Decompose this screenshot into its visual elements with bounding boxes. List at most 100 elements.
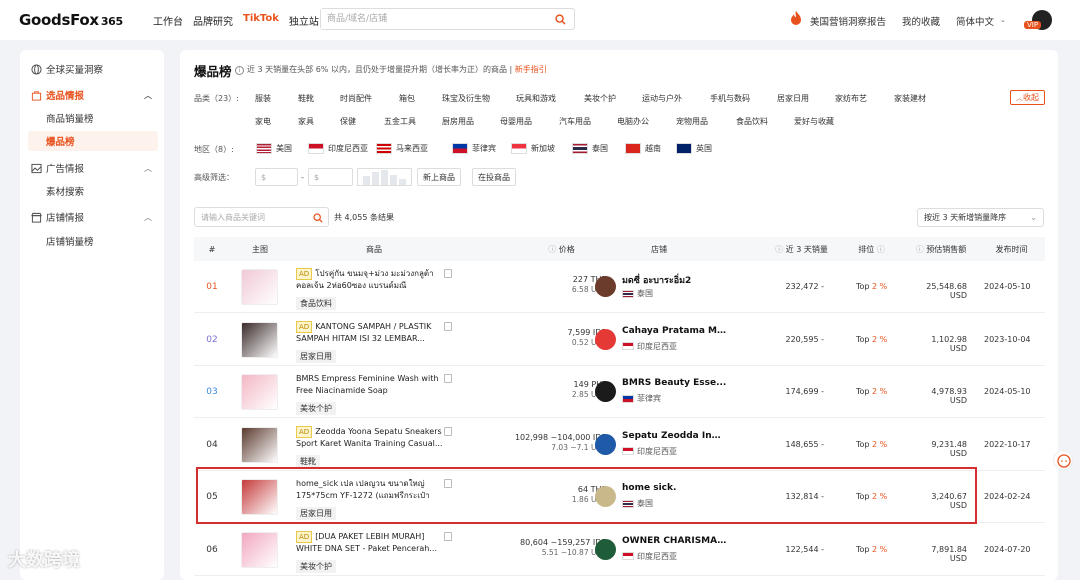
price-sort-header[interactable]: ⓘ 价格 bbox=[534, 244, 589, 255]
category-11[interactable]: 家装建材 bbox=[894, 93, 926, 104]
copy-icon[interactable] bbox=[444, 269, 452, 278]
product-name[interactable]: BMRS Empress Feminine Wash with Free Nia… bbox=[296, 373, 444, 399]
category-row2-7[interactable]: 电脑办公 bbox=[617, 116, 649, 127]
sidebar-group-product[interactable]: 选品情报 ︿ bbox=[20, 85, 164, 105]
price-min-input[interactable]: $ bbox=[255, 168, 298, 186]
copy-icon[interactable] bbox=[444, 426, 452, 436]
ranking-percent: Top 2 % bbox=[856, 387, 888, 396]
shop-avatar[interactable] bbox=[595, 381, 616, 402]
shop-avatar[interactable] bbox=[595, 276, 616, 297]
product-thumbnail[interactable] bbox=[241, 321, 278, 358]
category-row2-10[interactable]: 爱好与收藏 bbox=[794, 116, 834, 127]
shop-name[interactable]: BMRS Beauty Esse... bbox=[622, 378, 727, 388]
product-name[interactable]: AD KANTONG SAMPAH / PLASTIK SAMPAH HITAM … bbox=[296, 320, 444, 347]
category-2[interactable]: 时尚配件 bbox=[340, 93, 372, 104]
chat-button[interactable] bbox=[1053, 450, 1073, 470]
category-row2-9[interactable]: 食品饮料 bbox=[736, 116, 768, 127]
table-row[interactable]: 01 AD โปรคู่กัน ขนมจุ+ม่วง มะม่วงกลูต้าคอล… bbox=[194, 261, 1045, 313]
sidebar-item-product-sales[interactable]: 商品销量榜 bbox=[28, 108, 158, 128]
sidebar-item-shop-sales[interactable]: 店铺销量榜 bbox=[28, 231, 158, 251]
product-thumbnail[interactable] bbox=[241, 531, 278, 568]
copy-icon[interactable] bbox=[444, 374, 452, 383]
region-2[interactable]: 马来西亚 bbox=[376, 143, 428, 154]
category-row2-2[interactable]: 保健 bbox=[340, 116, 356, 127]
category-0[interactable]: 服装 bbox=[255, 93, 271, 104]
region-5[interactable]: 泰国 bbox=[572, 143, 608, 154]
nav-tiktok[interactable]: TikTok bbox=[243, 13, 279, 28]
product-name[interactable]: AD โปรคู่กัน ขนมจุ+ม่วง มะม่วงกลูต้าคอลเจ… bbox=[296, 268, 444, 294]
table-row[interactable]: 04 AD Zeodda Yoona Sepatu Sneakers Sport K… bbox=[194, 419, 1045, 471]
category-3[interactable]: 箱包 bbox=[399, 93, 415, 104]
chevron-down-icon: ⌄ bbox=[1030, 213, 1037, 222]
guide-link[interactable]: 新手指引 bbox=[515, 65, 547, 74]
category-row2-6[interactable]: 汽车用品 bbox=[559, 116, 591, 127]
rank: 01 bbox=[206, 282, 218, 292]
sidebar-item-hot-products[interactable]: 爆品榜 bbox=[28, 131, 158, 151]
collapse-button[interactable]: ︿ 收起 bbox=[1010, 90, 1045, 105]
price-histogram[interactable] bbox=[357, 168, 412, 186]
category-6[interactable]: 美妆个护 bbox=[584, 93, 616, 104]
region-6[interactable]: 越南 bbox=[625, 143, 661, 154]
product-name[interactable]: AD [DUA PAKET LEBIH MURAH] WHITE DNA SET … bbox=[296, 530, 444, 557]
category-10[interactable]: 家纺布艺 bbox=[835, 93, 867, 104]
copy-icon[interactable] bbox=[444, 321, 452, 331]
sidebar-item-global-ads[interactable]: 全球买量洞察 bbox=[20, 59, 164, 79]
category-8[interactable]: 手机与数码 bbox=[710, 93, 750, 104]
sort-select[interactable]: 按近 3 天新增销量降序 ⌄ bbox=[917, 208, 1044, 227]
sidebar-item-creative-search[interactable]: 素材搜索 bbox=[28, 181, 158, 201]
language-select[interactable]: 简体中文 bbox=[956, 14, 994, 28]
shop-avatar[interactable] bbox=[595, 433, 616, 455]
advertising-filter[interactable]: 在投商品 bbox=[472, 168, 516, 186]
search-input[interactable] bbox=[321, 9, 541, 29]
category-7[interactable]: 运动与户外 bbox=[642, 93, 682, 104]
sidebar-group-ads[interactable]: 广告情报 ︿ bbox=[20, 158, 164, 178]
category-row2-5[interactable]: 母婴用品 bbox=[500, 116, 532, 127]
price-max-input[interactable]: $ bbox=[308, 168, 353, 186]
shop-name[interactable]: OWNER CHARISMA... bbox=[622, 536, 727, 546]
region-1[interactable]: 印度尼西亚 bbox=[308, 143, 368, 154]
sales-sort-header[interactable]: ⓘ 近 3 天销量 bbox=[769, 244, 834, 255]
ranking-header[interactable]: 排位 ⓘ bbox=[854, 244, 889, 255]
product-name[interactable]: AD Zeodda Yoona Sepatu Sneakers Sport Kar… bbox=[296, 425, 444, 452]
shop-name[interactable]: มดซี่ อะบาระอิ่ม2 bbox=[622, 273, 727, 287]
page-title: 爆品榜 bbox=[194, 64, 232, 79]
marketing-report-link[interactable]: 美国营销洞察报告 bbox=[810, 14, 886, 28]
copy-icon[interactable] bbox=[444, 531, 452, 541]
region-3[interactable]: 菲律宾 bbox=[452, 143, 496, 154]
logo[interactable]: GoodsFox 365 bbox=[19, 11, 123, 29]
shop-name[interactable]: Sepatu Zeodda Indo... bbox=[622, 431, 727, 441]
product-thumbnail[interactable] bbox=[241, 426, 278, 463]
revenue-header[interactable]: ⓘ 预估销售额 bbox=[906, 244, 976, 255]
advanced-filter-label: 高级筛选： bbox=[194, 173, 234, 182]
region-7[interactable]: 英国 bbox=[676, 143, 712, 154]
category-5[interactable]: 玩具和游戏 bbox=[516, 93, 556, 104]
category-4[interactable]: 珠宝及衍生物 bbox=[442, 93, 490, 104]
rank: 04 bbox=[206, 439, 218, 450]
search-icon[interactable] bbox=[546, 9, 574, 29]
category-row2-0[interactable]: 家电 bbox=[255, 116, 271, 127]
category-row2-3[interactable]: 五金工具 bbox=[384, 116, 416, 127]
table-row[interactable]: 03 BMRS Empress Feminine Wash with Free N… bbox=[194, 366, 1045, 418]
sidebar-group-shops[interactable]: 店铺情报 ︿ bbox=[20, 207, 164, 227]
nav-workbench[interactable]: 工作台 bbox=[153, 13, 183, 28]
region-0[interactable]: 美国 bbox=[256, 143, 292, 154]
nav-brand-research[interactable]: 品牌研究 bbox=[193, 13, 233, 28]
keyword-search-input[interactable]: 请输入商品关键词 bbox=[194, 207, 329, 227]
shop-name[interactable]: Cahaya Pratama Mart bbox=[622, 326, 727, 336]
product-thumbnail[interactable] bbox=[241, 269, 278, 305]
new-product-filter[interactable]: 新上商品 bbox=[417, 168, 461, 186]
category-row2-1[interactable]: 家具 bbox=[298, 116, 314, 127]
shop-avatar[interactable] bbox=[595, 538, 616, 560]
shop-avatar[interactable] bbox=[595, 328, 616, 350]
category-row2-4[interactable]: 厨房用品 bbox=[442, 116, 474, 127]
region-4[interactable]: 新加坡 bbox=[511, 143, 555, 154]
category-1[interactable]: 鞋靴 bbox=[298, 93, 314, 104]
category-row2-8[interactable]: 宠物用品 bbox=[676, 116, 708, 127]
nav-independent-site[interactable]: 独立站 bbox=[289, 13, 319, 28]
product-thumbnail[interactable] bbox=[241, 374, 278, 410]
category-9[interactable]: 居家日用 bbox=[777, 93, 809, 104]
table-row[interactable]: 06 AD [DUA PAKET LEBIH MURAH] WHITE DNA SE… bbox=[194, 524, 1045, 576]
search-icon[interactable] bbox=[313, 213, 323, 223]
favorites-link[interactable]: 我的收藏 bbox=[902, 14, 940, 28]
table-row[interactable]: 02 AD KANTONG SAMPAH / PLASTIK SAMPAH HITA… bbox=[194, 314, 1045, 366]
